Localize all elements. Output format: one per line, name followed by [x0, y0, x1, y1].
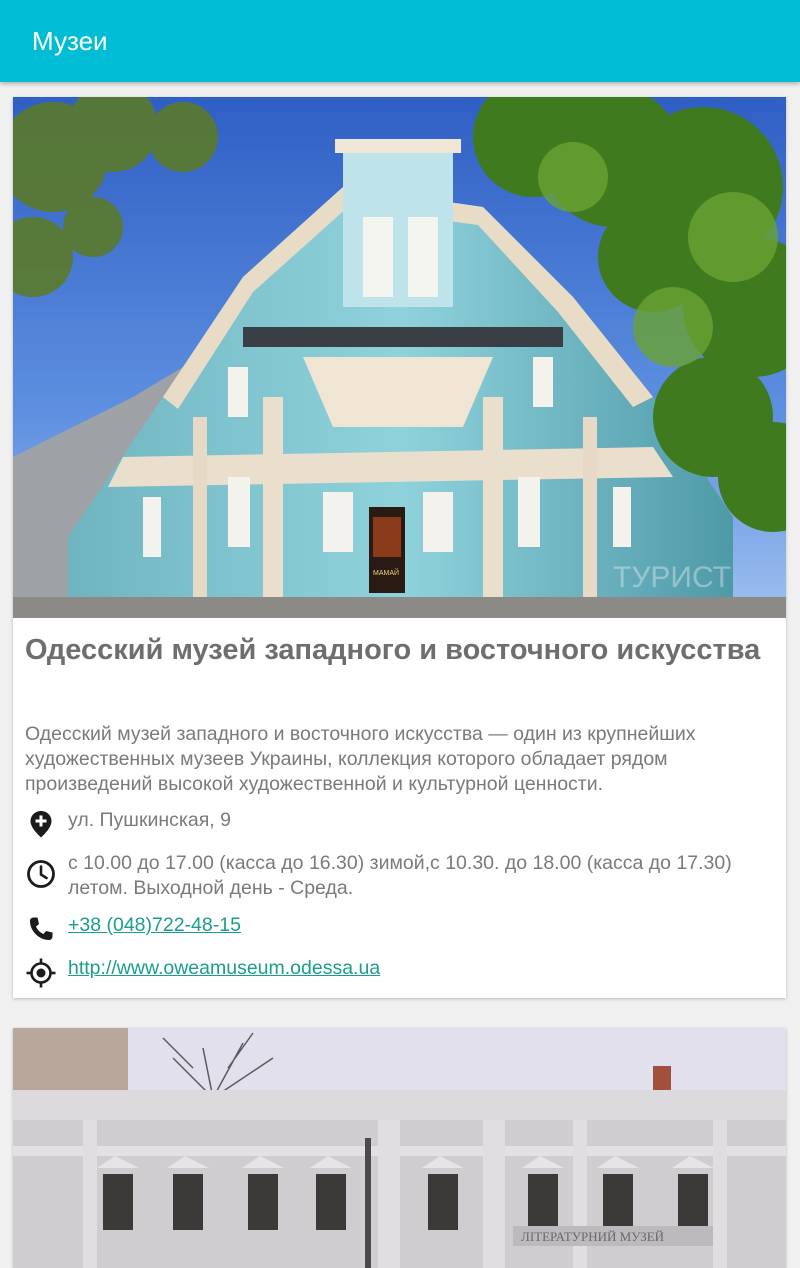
app-bar: Музеи: [0, 0, 800, 82]
building-sign: ЛІТЕРАТУРНИЙ МУЗЕЙ: [521, 1229, 664, 1244]
hours-text: с 10.00 до 17.00 (касса до 16.30) зимой,…: [68, 852, 732, 899]
phone-row[interactable]: +38 (048)722-48-15: [25, 913, 775, 943]
museum-card[interactable]: ЛІТЕРАТУРНИЙ МУЗЕЙ: [13, 1028, 786, 1268]
museum-card[interactable]: ТУРИСТ МАМАЙ Одесский музей западного и …: [13, 97, 786, 998]
museum-title: Одесский музей западного и восточного ис…: [25, 634, 761, 666]
address-text: ул. Пушкинская, 9: [68, 809, 231, 831]
phone-icon: [25, 913, 57, 945]
website-row[interactable]: http://www.oweamuseum.odessa.ua: [25, 956, 778, 989]
museum-description: Одесский музей западного и восточного ис…: [25, 723, 696, 795]
poster-text: МАМАЙ: [373, 568, 399, 577]
phone-link[interactable]: +38 (048)722-48-15: [68, 913, 778, 938]
museum-photo: ТУРИСТ МАМАЙ: [13, 97, 786, 618]
photo-watermark: ТУРИСТ: [613, 561, 731, 594]
location-pin-icon: [25, 808, 57, 840]
target-icon: [25, 957, 57, 989]
hours-row: с 10.00 до 17.00 (касса до 16.30) зимой,…: [25, 851, 775, 903]
address-row: ул. Пушкинская, 9: [25, 808, 775, 838]
website-link[interactable]: http://www.oweamuseum.odessa.ua: [68, 956, 778, 981]
clock-icon: [25, 858, 57, 890]
app-bar-title: Музеи: [32, 26, 108, 56]
museum-photo: ЛІТЕРАТУРНИЙ МУЗЕЙ: [13, 1028, 786, 1268]
